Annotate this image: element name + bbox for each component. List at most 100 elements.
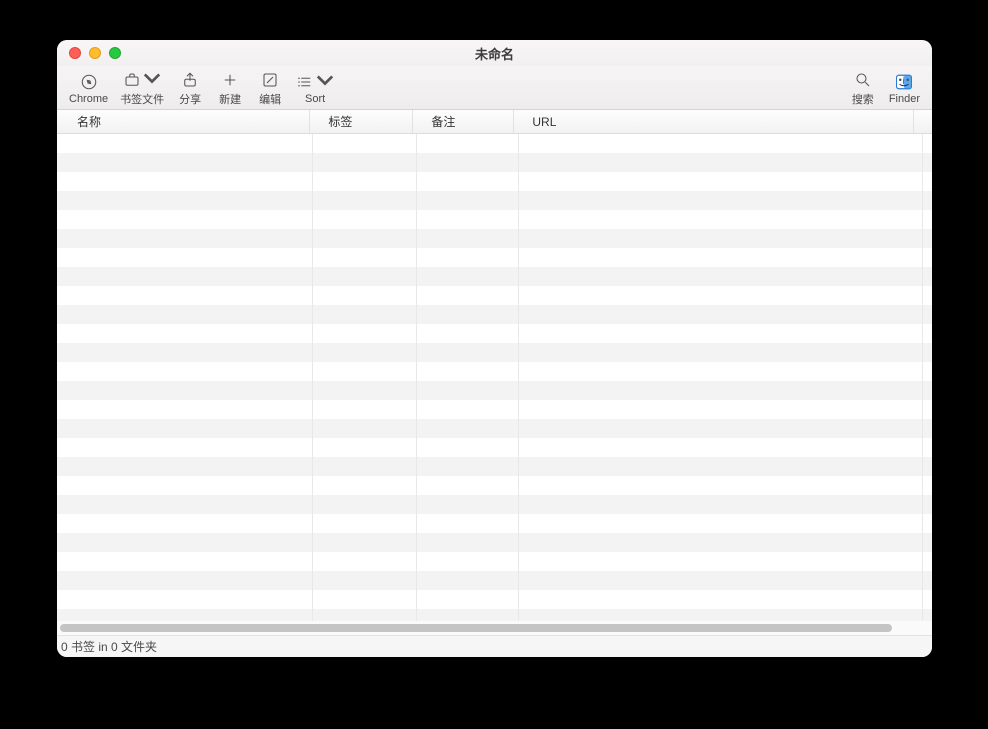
toolbar-right: 搜索 Finder xyxy=(843,66,926,110)
table-header: 名称 标签 备注 URL xyxy=(57,110,932,134)
cell xyxy=(923,210,932,229)
table-row[interactable] xyxy=(57,533,932,552)
cell xyxy=(519,153,923,172)
cell xyxy=(313,476,417,495)
new-button[interactable]: 新建 xyxy=(210,66,250,110)
cell xyxy=(313,381,417,400)
table-row[interactable] xyxy=(57,590,932,609)
cell xyxy=(417,590,519,609)
table-row[interactable] xyxy=(57,324,932,343)
cell xyxy=(57,343,313,362)
cell xyxy=(57,324,313,343)
cell xyxy=(519,267,923,286)
table-row[interactable] xyxy=(57,476,932,495)
cell xyxy=(57,210,313,229)
toolbar-label: Sort xyxy=(305,93,325,105)
table-row[interactable] xyxy=(57,552,932,571)
table-row[interactable] xyxy=(57,248,932,267)
cell xyxy=(417,343,519,362)
table-body[interactable] xyxy=(57,134,932,621)
column-header-tags[interactable]: 标签 xyxy=(310,110,413,133)
cell xyxy=(57,286,313,305)
cell xyxy=(417,229,519,248)
column-header-url[interactable]: URL xyxy=(514,110,914,133)
scrollbar-thumb[interactable] xyxy=(60,624,892,632)
toolbar-label: Chrome xyxy=(69,93,108,105)
cell xyxy=(417,153,519,172)
cell xyxy=(519,552,923,571)
cell xyxy=(57,381,313,400)
column-header-extra[interactable] xyxy=(914,110,932,133)
table-row[interactable] xyxy=(57,305,932,324)
column-header-name[interactable]: 名称 xyxy=(57,110,310,133)
plus-icon xyxy=(221,69,239,91)
cell xyxy=(519,248,923,267)
cell xyxy=(57,191,313,210)
titlebar[interactable]: 未命名 xyxy=(57,40,932,66)
table-row[interactable] xyxy=(57,457,932,476)
horizontal-scrollbar[interactable] xyxy=(57,621,932,635)
table-row[interactable] xyxy=(57,286,932,305)
cell xyxy=(923,438,932,457)
share-button[interactable]: 分享 xyxy=(170,66,210,110)
table-row[interactable] xyxy=(57,571,932,590)
table-row[interactable] xyxy=(57,400,932,419)
cell xyxy=(923,248,932,267)
table-row[interactable] xyxy=(57,343,932,362)
search-icon xyxy=(854,69,872,91)
cell xyxy=(417,514,519,533)
cell xyxy=(57,134,313,153)
cell xyxy=(57,438,313,457)
table-row[interactable] xyxy=(57,381,932,400)
table-row[interactable] xyxy=(57,514,932,533)
table-row[interactable] xyxy=(57,172,932,191)
cell xyxy=(923,381,932,400)
table-row[interactable] xyxy=(57,153,932,172)
cell xyxy=(417,362,519,381)
toolbar-label: Finder xyxy=(889,93,920,105)
zoom-icon[interactable] xyxy=(109,47,121,59)
table-row[interactable] xyxy=(57,419,932,438)
table-row[interactable] xyxy=(57,191,932,210)
table-row[interactable] xyxy=(57,495,932,514)
close-icon[interactable] xyxy=(69,47,81,59)
sort-button[interactable]: Sort xyxy=(290,66,340,110)
bookmark-files-button[interactable]: 书签文件 xyxy=(114,66,170,110)
cell xyxy=(313,343,417,362)
cell xyxy=(417,438,519,457)
column-header-notes[interactable]: 备注 xyxy=(413,110,514,133)
table-row[interactable] xyxy=(57,134,932,153)
cell xyxy=(519,495,923,514)
cell xyxy=(57,514,313,533)
edit-button[interactable]: 编辑 xyxy=(250,66,290,110)
cell xyxy=(417,400,519,419)
cell xyxy=(57,153,313,172)
cell xyxy=(519,134,923,153)
table-row[interactable] xyxy=(57,609,932,621)
minimize-icon[interactable] xyxy=(89,47,101,59)
table-row[interactable] xyxy=(57,210,932,229)
cell xyxy=(313,267,417,286)
cell xyxy=(313,419,417,438)
table-row[interactable] xyxy=(57,362,932,381)
cell xyxy=(417,172,519,191)
cell xyxy=(923,324,932,343)
table-row[interactable] xyxy=(57,438,932,457)
cell xyxy=(417,267,519,286)
cell xyxy=(923,400,932,419)
table-row[interactable] xyxy=(57,267,932,286)
cell xyxy=(57,267,313,286)
cell xyxy=(923,533,932,552)
cell xyxy=(313,457,417,476)
table-row[interactable] xyxy=(57,229,932,248)
cell xyxy=(57,590,313,609)
finder-button[interactable]: Finder xyxy=(883,66,926,110)
cell xyxy=(923,267,932,286)
search-button[interactable]: 搜索 xyxy=(843,66,883,110)
cell xyxy=(313,362,417,381)
cell xyxy=(519,191,923,210)
chrome-button[interactable]: Chrome xyxy=(63,66,114,110)
cell xyxy=(417,571,519,590)
cell xyxy=(519,514,923,533)
cell xyxy=(519,172,923,191)
